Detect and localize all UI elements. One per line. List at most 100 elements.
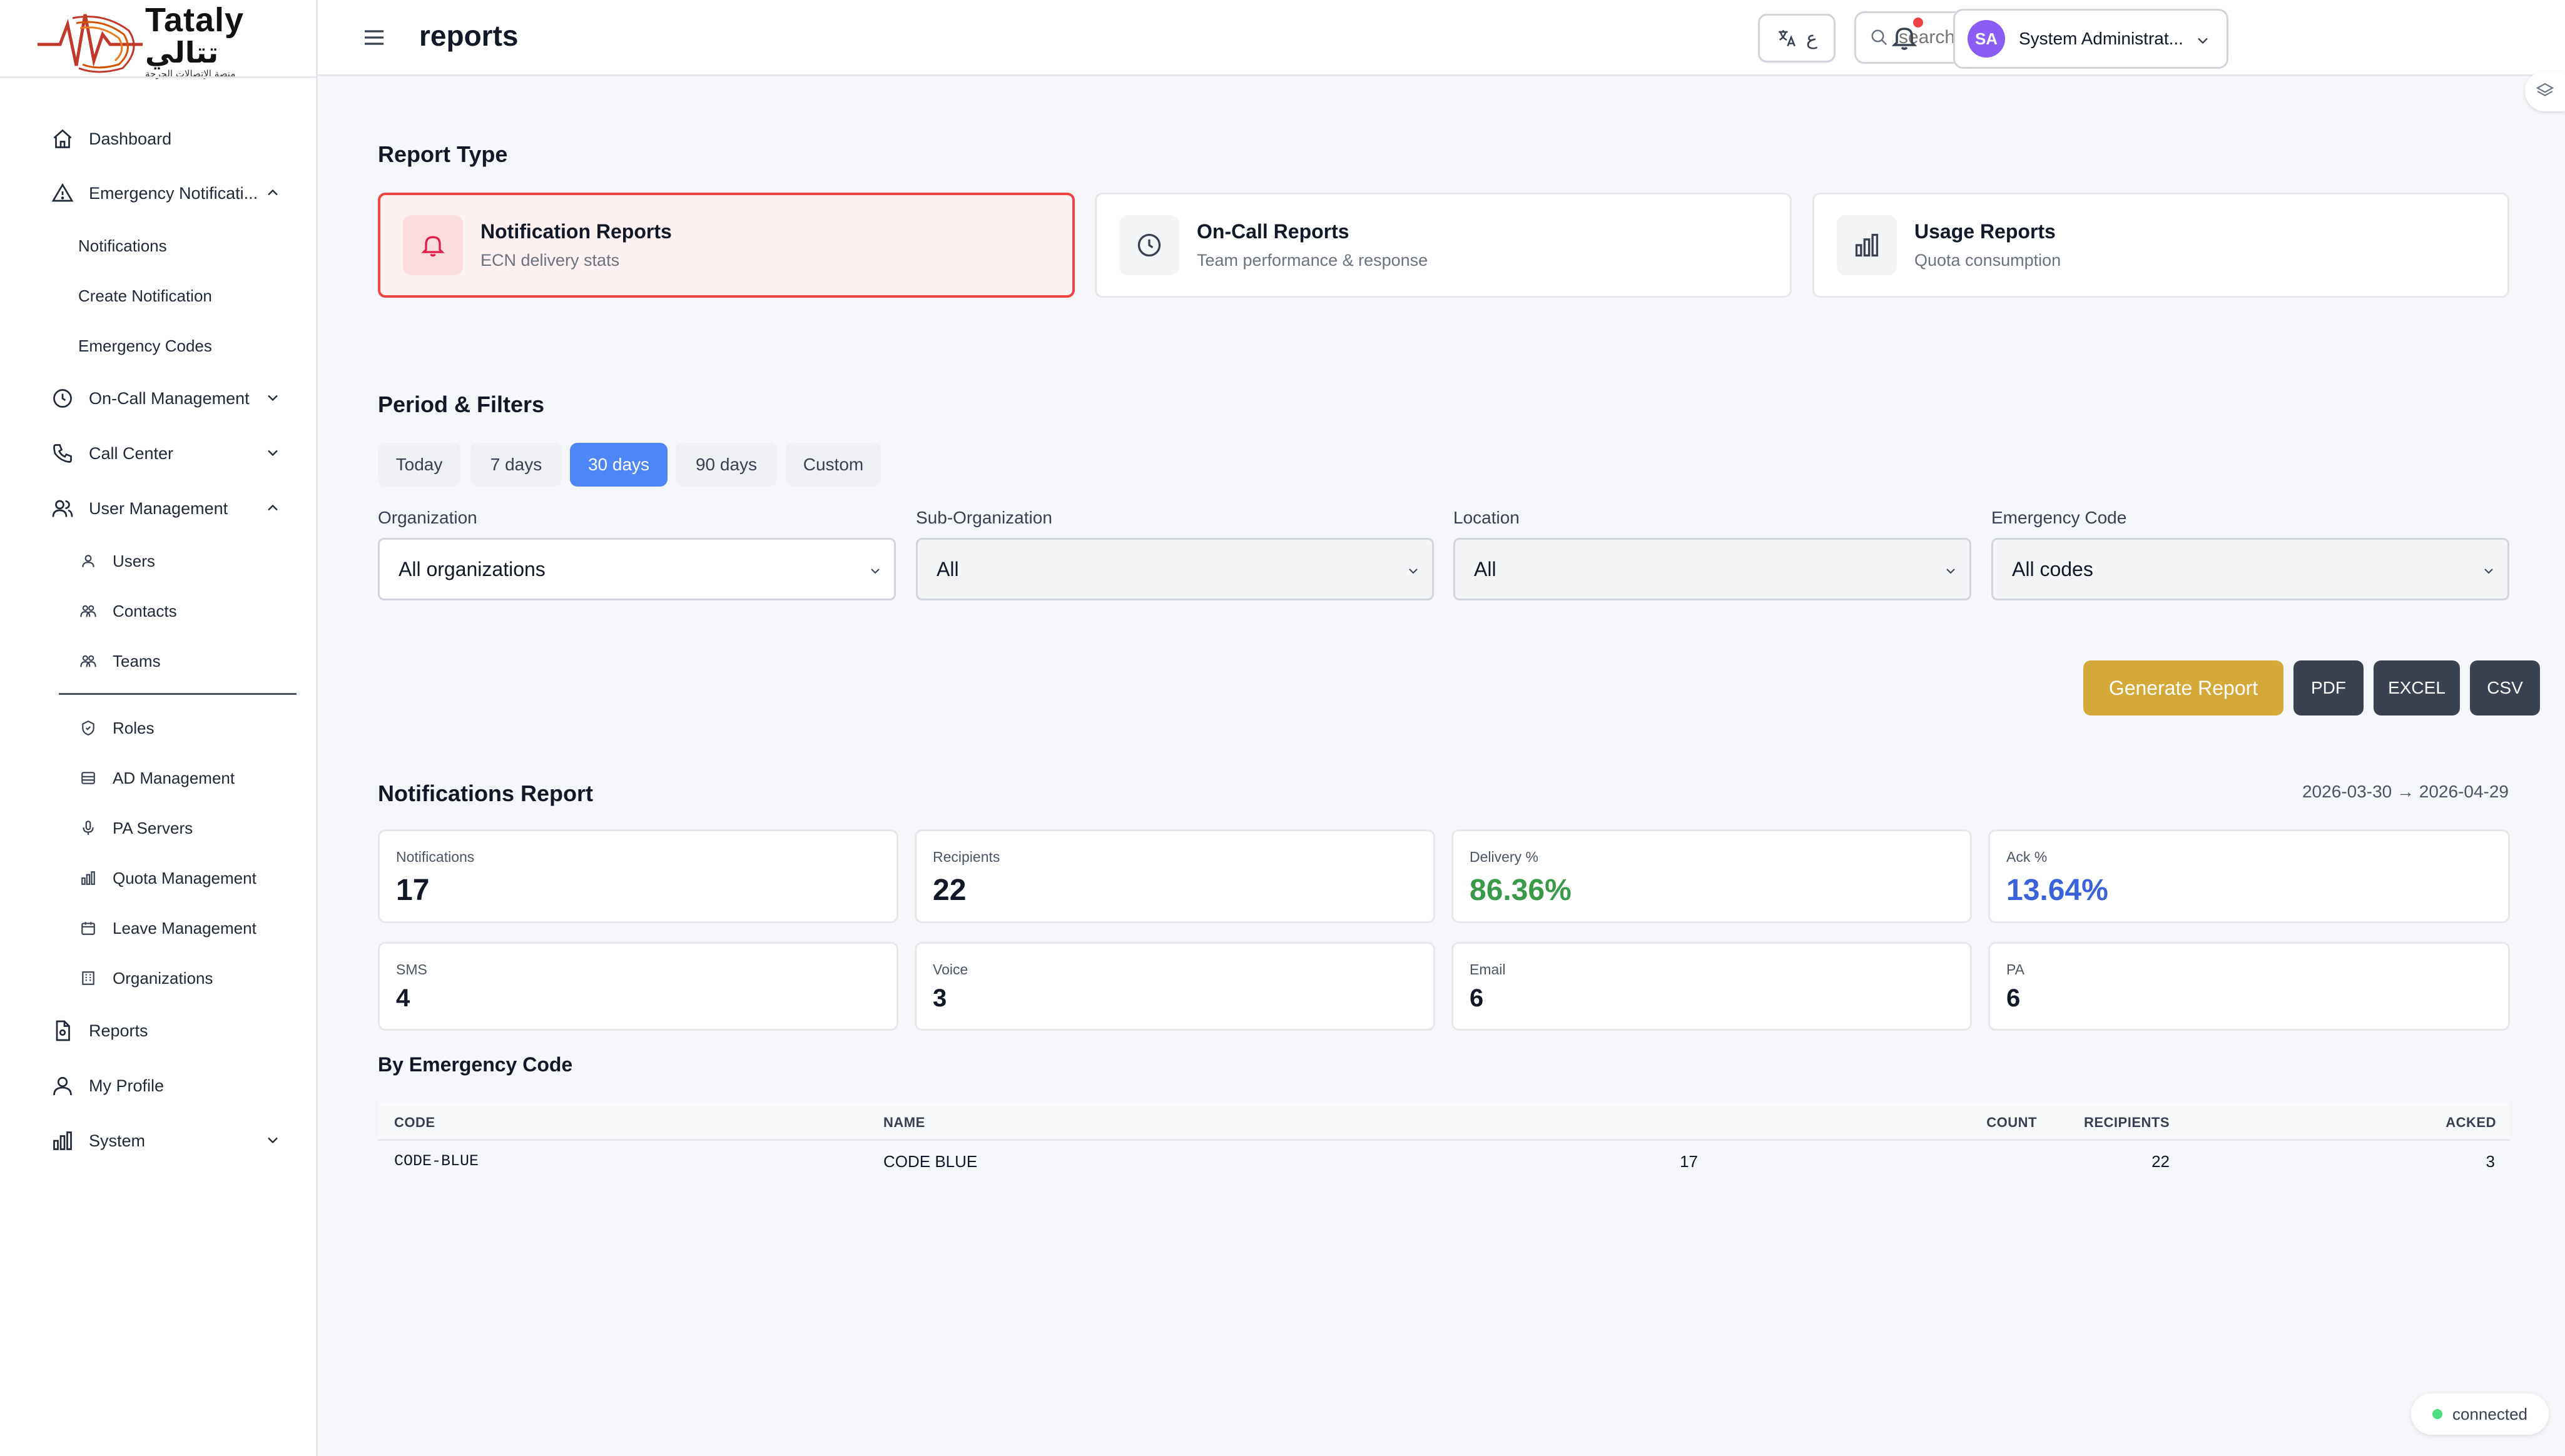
sidebar-item-reports[interactable]: Reports <box>50 1015 282 1046</box>
language-toggle-button[interactable]: ع <box>1758 14 1836 63</box>
sidebar-item-emergency-codes[interactable]: Emergency Codes <box>78 332 212 360</box>
sidebar-item-user-management[interactable]: User Management <box>50 493 282 524</box>
stat-card-pa: PA 6 <box>1988 942 2510 1031</box>
generate-report-button[interactable]: Generate Report <box>2083 660 2283 715</box>
period-7-days-button[interactable]: 7 days <box>470 443 562 487</box>
sidebar-item-label: Leave Management <box>113 918 256 938</box>
column-header-code[interactable]: CODE <box>394 1115 435 1131</box>
sidebar-divider <box>59 693 297 695</box>
user-icon <box>79 552 98 570</box>
users-icon <box>50 496 75 521</box>
stat-label: Delivery % <box>1470 849 1538 865</box>
sidebar-item-pa-servers[interactable]: PA Servers <box>79 814 193 842</box>
column-header-name[interactable]: NAME <box>883 1115 925 1131</box>
sidebar-item-contacts[interactable]: Contacts <box>79 597 177 625</box>
stat-value: 86.36% <box>1470 874 1572 907</box>
shield-icon <box>79 719 98 737</box>
sidebar-item-leave-management[interactable]: Leave Management <box>79 914 256 942</box>
export-pdf-button[interactable]: PDF <box>2293 660 2364 715</box>
column-header-recipients[interactable]: RECIPIENTS <box>2084 1115 2170 1131</box>
chevron-down-icon <box>268 1137 278 1144</box>
sidebar-item-call-center[interactable]: Call Center <box>50 438 282 469</box>
stat-value: 6 <box>1470 984 1484 1012</box>
warning-icon <box>50 181 75 206</box>
sidebar-item-quota-management[interactable]: Quota Management <box>79 864 256 892</box>
sidebar-item-dashboard[interactable]: Dashboard <box>50 123 282 154</box>
sidebar-item-label: Reports <box>89 1021 148 1040</box>
sidebar-item-teams[interactable]: Teams <box>79 647 161 675</box>
card-title: Notification Reports <box>480 220 672 243</box>
stat-label: SMS <box>396 961 427 978</box>
stat-value: 3 <box>933 984 947 1012</box>
chevron-up-icon <box>268 504 278 511</box>
sidebar-item-label: Call Center <box>89 443 174 463</box>
stat-card-notifications: Notifications 17 <box>378 829 898 923</box>
stat-label: Notifications <box>396 849 475 865</box>
period-90-days-button[interactable]: 90 days <box>676 443 777 487</box>
sidebar-item-roles[interactable]: Roles <box>79 714 154 742</box>
chevron-down-icon <box>1946 569 1955 574</box>
search-icon <box>1871 29 1887 46</box>
page-title: reports <box>419 19 519 52</box>
location-select[interactable]: All <box>1453 538 1971 600</box>
sidebar-item-notifications[interactable]: Notifications <box>78 232 167 260</box>
organization-select[interactable]: All organizations <box>378 538 896 600</box>
report-title: Notifications Report <box>378 781 594 806</box>
calendar-icon <box>79 919 98 938</box>
emergency-code-select-value: All codes <box>2012 557 2093 580</box>
column-header-acked[interactable]: ACKED <box>2446 1115 2496 1131</box>
sub-organization-select-value: All <box>937 557 959 580</box>
sidebar-item-system[interactable]: System <box>50 1125 282 1156</box>
avatar: SA <box>1968 20 2005 58</box>
period-custom-button[interactable]: Custom <box>786 443 881 487</box>
stat-label: PA <box>2006 961 2024 978</box>
sidebar-item-label: User Management <box>89 498 228 518</box>
team-icon <box>79 652 98 670</box>
stat-value: 22 <box>933 874 967 907</box>
column-header-count[interactable]: COUNT <box>1986 1115 2037 1131</box>
side-panel-toggle[interactable] <box>2525 71 2565 111</box>
stat-label: Voice <box>933 961 968 978</box>
export-csv-button[interactable]: CSV <box>2470 660 2540 715</box>
contacts-icon <box>79 602 98 620</box>
sidebar-item-label: On-Call Management <box>89 388 250 408</box>
menu-icon[interactable] <box>362 25 387 50</box>
sidebar-item-label: Quota Management <box>113 868 256 887</box>
brand-logo[interactable]: Tataly تتالي منصة الإتصالات الحرجة <box>35 3 279 78</box>
stat-value: 13.64% <box>2006 874 2108 907</box>
stat-card-ack: Ack % 13.64% <box>1988 829 2510 923</box>
sidebar-item-label: Dashboard <box>89 129 172 148</box>
period-30-days-button[interactable]: 30 days <box>570 443 668 487</box>
sidebar-item-on-call-management[interactable]: On-Call Management <box>50 383 282 414</box>
sidebar-item-emergency-notifications[interactable]: Emergency Notificati... <box>50 178 282 209</box>
connection-status-label: connected <box>2452 1404 2527 1423</box>
bar-chart-icon <box>1837 215 1897 275</box>
user-menu-button[interactable]: SA System Administrat... <box>1953 9 2228 69</box>
emergency-code-select[interactable]: All codes <box>1991 538 2509 600</box>
period-today-button[interactable]: Today <box>378 443 460 487</box>
sidebar-item-label: Contacts <box>113 601 177 620</box>
chevron-down-icon <box>2198 38 2208 44</box>
notifications-bell-icon[interactable] <box>1889 23 1919 53</box>
sidebar-item-users[interactable]: Users <box>79 547 155 575</box>
sidebar-item-organizations[interactable]: Organizations <box>79 964 213 992</box>
user-name: System Administrat... <box>2019 29 2183 48</box>
export-excel-button[interactable]: EXCEL <box>2374 660 2460 715</box>
card-title: On-Call Reports <box>1197 220 1349 243</box>
clock-icon <box>1119 215 1179 275</box>
sidebar-item-label: Emergency Notificati... <box>89 183 258 203</box>
stat-label: Ack % <box>2006 849 2048 865</box>
usage-reports-card[interactable]: Usage Reports Quota consumption <box>1812 193 2509 298</box>
sidebar-item-label: AD Management <box>113 768 235 787</box>
sidebar-item-create-notification[interactable]: Create Notification <box>78 282 212 310</box>
sidebar-item-ad-management[interactable]: AD Management <box>79 764 235 792</box>
stat-card-delivery: Delivery % 86.36% <box>1451 829 1972 923</box>
sidebar-item-my-profile[interactable]: My Profile <box>50 1070 282 1101</box>
chevron-down-icon <box>2484 569 2493 574</box>
sub-organization-select[interactable]: All <box>916 538 1434 600</box>
sidebar: Tataly تتالي منصة الإتصالات الحرجة Dashb… <box>0 0 318 1456</box>
stat-card-voice: Voice 3 <box>915 942 1435 1031</box>
stat-label: Recipients <box>933 849 1000 865</box>
on-call-reports-card[interactable]: On-Call Reports Team performance & respo… <box>1095 193 1792 298</box>
notification-reports-card[interactable]: Notification Reports ECN delivery stats <box>378 193 1075 298</box>
